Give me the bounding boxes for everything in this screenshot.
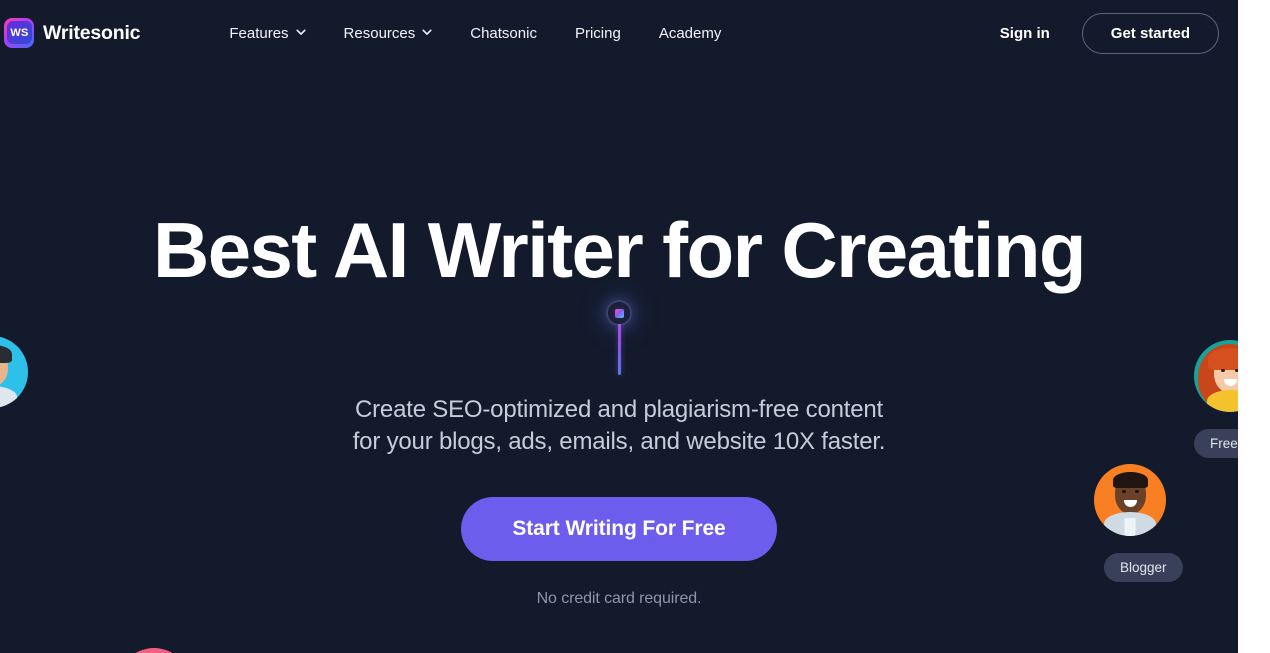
avatar bbox=[118, 648, 190, 653]
sign-in-link[interactable]: Sign in bbox=[986, 17, 1064, 50]
nav-item-chatsonic[interactable]: Chatsonic bbox=[451, 19, 556, 48]
nav-item-pricing[interactable]: Pricing bbox=[556, 19, 640, 48]
hero-section: Best AI Writer for Creating Create SEO-o… bbox=[0, 0, 1238, 653]
hero-subheadline-line-1: Create SEO-optimized and plagiarism-free… bbox=[355, 396, 883, 423]
nav-item-features[interactable]: Features bbox=[210, 19, 324, 48]
main-navigation: Features Resources Chatsonic Pricing Aca… bbox=[210, 19, 740, 48]
persona-marketer[interactable]: r bbox=[0, 336, 28, 454]
nav-item-academy[interactable]: Academy bbox=[640, 19, 741, 48]
nav-label-features: Features bbox=[229, 24, 289, 42]
sparkle-glyph-icon bbox=[614, 308, 624, 318]
avatar bbox=[0, 336, 28, 408]
chevron-down-icon bbox=[295, 27, 306, 37]
brand-name: Writesonic bbox=[43, 21, 141, 44]
persona-label: Blogger bbox=[1104, 553, 1183, 582]
cursor-beam bbox=[617, 322, 621, 375]
nav-label-pricing: Pricing bbox=[574, 24, 621, 42]
persona-copywriter[interactable] bbox=[118, 648, 190, 653]
start-writing-for-free-button[interactable]: Start Writing For Free bbox=[461, 497, 777, 561]
nav-item-resources[interactable]: Resources bbox=[325, 19, 452, 48]
no-credit-card-note: No credit card required. bbox=[536, 590, 702, 607]
page-root: Writesonic Features Resources Chatsonic … bbox=[0, 0, 1238, 653]
persona-blogger[interactable]: Blogger bbox=[1094, 464, 1183, 582]
page-title: Best AI Writer for Creating bbox=[153, 206, 1087, 294]
persona-freelancer[interactable]: Freelancer bbox=[1194, 340, 1238, 458]
hero-subheadline-line-2: for your blogs, ads, emails, and website… bbox=[352, 428, 886, 455]
nav-label-resources: Resources bbox=[343, 24, 416, 42]
typing-cursor-animation bbox=[599, 302, 639, 392]
nav-label-chatsonic: Chatsonic bbox=[470, 24, 537, 42]
header-actions: Sign in Get started bbox=[986, 12, 1238, 54]
chevron-down-icon bbox=[422, 27, 432, 37]
writesonic-logo-icon bbox=[4, 18, 34, 48]
avatar bbox=[1194, 340, 1238, 412]
brand-logo[interactable]: Writesonic bbox=[4, 18, 141, 48]
ai-sparkle-orb-icon bbox=[608, 302, 630, 324]
avatar bbox=[1094, 464, 1166, 536]
nav-label-academy: Academy bbox=[658, 24, 722, 42]
viewport-gutter bbox=[1238, 0, 1270, 653]
site-header: Writesonic Features Resources Chatsonic … bbox=[0, 0, 1238, 66]
hero-subheadline: Create SEO-optimized and plagiarism-free… bbox=[353, 394, 886, 458]
persona-label: Freelancer bbox=[1194, 429, 1238, 458]
get-started-button[interactable]: Get started bbox=[1081, 12, 1219, 54]
